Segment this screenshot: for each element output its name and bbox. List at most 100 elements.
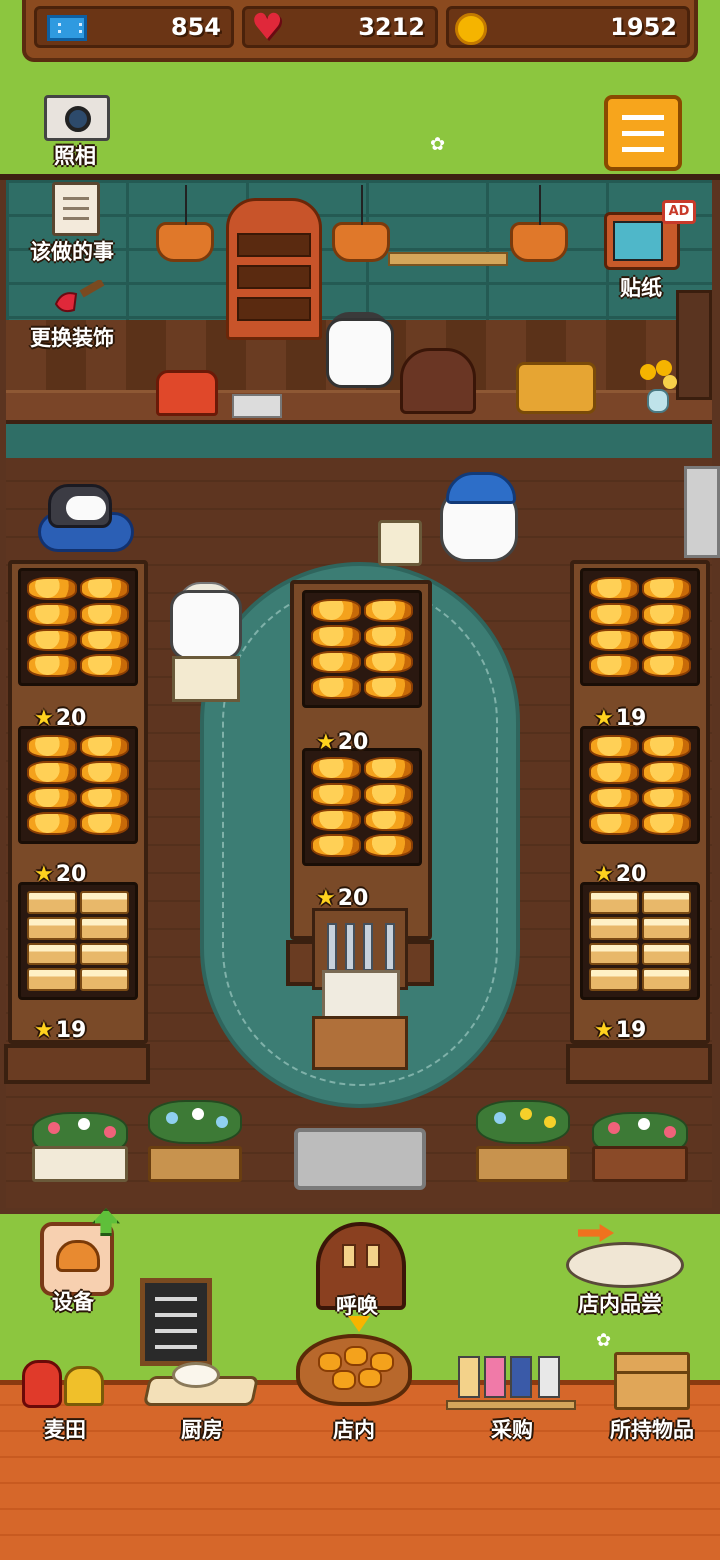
bread-bun (589, 628, 639, 652)
bread-rack[interactable] (18, 568, 138, 686)
bread-bun (641, 628, 691, 652)
menu-button[interactable] (604, 95, 682, 171)
shelf-star-label: ★20 (34, 862, 87, 887)
cutting-board (322, 970, 400, 1020)
ticket-counter[interactable]: 854 (34, 6, 234, 48)
bread-bun (79, 760, 129, 784)
heart-count: 3212 (358, 13, 425, 41)
toast-loaf (79, 968, 129, 991)
nav-label-kitchen[interactable]: 厨房 (132, 1414, 272, 1444)
nav-shop[interactable] (296, 1334, 412, 1406)
bread-bun (79, 786, 129, 810)
bread-rack[interactable] (580, 568, 700, 686)
todo-button[interactable] (52, 182, 100, 236)
nav-label-wheat-field[interactable]: 麦田 (0, 1414, 135, 1444)
bread-rack[interactable] (580, 726, 700, 844)
tasting-button[interactable] (566, 1224, 684, 1288)
bread-bun (363, 808, 413, 832)
baker-character[interactable] (170, 590, 242, 660)
shelf-star-label: ★19 (594, 1018, 647, 1043)
toast-loaf (27, 942, 77, 966)
pendant-lamp (156, 185, 214, 262)
stool (378, 520, 422, 566)
flower-planter (32, 1112, 128, 1182)
decorate-label[interactable]: 更换装饰 (30, 322, 114, 352)
toast-rack[interactable] (18, 882, 138, 1000)
telephone[interactable] (156, 370, 218, 416)
tv-icon (613, 221, 663, 261)
shelf-star-label: ★20 (594, 862, 647, 887)
toast-rack[interactable] (580, 882, 700, 1000)
bottom-nav (0, 1380, 720, 1560)
bread-bun (79, 812, 129, 835)
wheat-field-icon (22, 1360, 62, 1408)
bread-bun (589, 735, 639, 758)
bread-bun (589, 812, 639, 835)
chalkboard-sign[interactable] (140, 1278, 212, 1366)
heart-counter[interactable]: ♥ 3212 (242, 6, 438, 48)
toast-loaf (27, 968, 77, 991)
flower-basket (148, 1100, 242, 1182)
flower-icon: ✿ (596, 1330, 612, 1351)
counter-front (6, 424, 712, 458)
bread-cabinet (226, 198, 322, 340)
nav-label-inventory[interactable]: 所持物品 (582, 1414, 720, 1444)
coin-counter[interactable]: 1952 (446, 6, 690, 48)
flower-icon: ✿ (430, 134, 446, 155)
bread-bun (589, 786, 639, 810)
bread-bun (79, 735, 129, 758)
bread-bun (27, 760, 77, 784)
nav-purchase[interactable] (446, 1356, 576, 1410)
shelf-star-label: ★19 (34, 1018, 87, 1043)
nav-inventory[interactable] (614, 1352, 690, 1410)
heart-icon: ♥ (251, 7, 284, 48)
toast-loaf (27, 916, 77, 940)
bread-bun (311, 808, 361, 832)
inventory-box-icon (617, 1355, 618, 1356)
bread-rack[interactable] (302, 590, 422, 708)
coin-icon (455, 13, 487, 45)
nav-label-purchase[interactable]: 采购 (442, 1414, 582, 1444)
toast-loaf (27, 891, 77, 914)
baker-tray (172, 656, 240, 702)
paper-stack (232, 394, 282, 418)
summon-label[interactable]: 呼唤 (336, 1290, 378, 1320)
bread-bun (589, 577, 639, 600)
bread-rack[interactable] (18, 726, 138, 844)
bread-bun (79, 654, 129, 677)
paint-brush-icon[interactable] (52, 280, 106, 316)
small-cabinet (312, 1016, 408, 1070)
bread-bun (589, 602, 639, 626)
toast-loaf (641, 916, 691, 940)
tasting-label[interactable]: 店内品尝 (578, 1288, 662, 1318)
toast-loaf (641, 968, 691, 991)
bread-bun (311, 676, 361, 699)
equipment-label[interactable]: 设备 (52, 1286, 94, 1316)
nav-kitchen[interactable] (142, 1356, 260, 1406)
shelf-star-label: ★19 (594, 706, 647, 731)
ticket-count: 854 (170, 13, 221, 41)
todo-label[interactable]: 该做的事 (30, 236, 114, 266)
shelf-star-label: ★20 (34, 706, 87, 731)
camera-label: 照相 (54, 144, 96, 168)
bread-rack[interactable] (302, 748, 422, 866)
flour-sack (400, 348, 476, 414)
sticker-label[interactable]: 贴纸 (620, 272, 662, 302)
bread-bun (27, 735, 77, 758)
cat-face (66, 496, 106, 520)
camera-button[interactable] (44, 95, 110, 141)
bread-bun (363, 782, 413, 806)
bread-bun (641, 735, 691, 758)
toast-loaf (589, 916, 639, 940)
bread-bun (641, 760, 691, 784)
bread-bun (589, 760, 639, 784)
bread-bun (311, 650, 361, 674)
nav-wheat-field[interactable] (22, 1356, 108, 1408)
nav-label-shop[interactable]: 店内 (284, 1414, 424, 1444)
back-counter (6, 390, 712, 424)
left-shelf-base (4, 1044, 150, 1084)
bread-bun (27, 812, 77, 835)
bread-bun (311, 834, 361, 857)
chef-character[interactable] (326, 318, 394, 388)
shop-icon (318, 1352, 342, 1372)
